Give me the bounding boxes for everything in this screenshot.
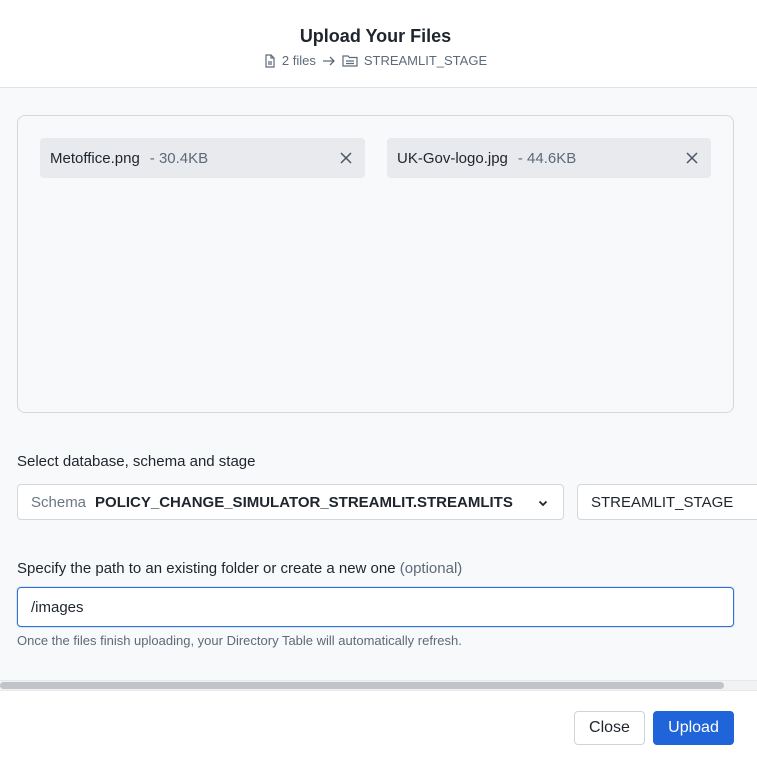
upload-button[interactable]: Upload [653,711,734,745]
stage-value: STREAMLIT_STAGE [591,493,734,511]
scrollbar-thumb[interactable] [0,682,724,689]
file-chip: UK-Gov-logo.jpg - 44.6KB [387,138,711,178]
upload-summary: 2 files STREAMLIT_STAGE [0,53,751,68]
file-count: 2 files [281,53,316,68]
schema-select[interactable]: Schema POLICY_CHANGE_SIMULATOR_STREAMLIT… [17,484,564,520]
file-name: UK-Gov-logo.jpg [397,149,508,167]
location-label: Select database, schema and stage [17,453,256,470]
destination-stage: STREAMLIT_STAGE [363,53,488,68]
path-label: Specify the path to an existing folder o… [17,560,462,577]
file-icon [264,53,276,68]
file-dropzone[interactable]: Metoffice.png - 30.4KB UK-Gov-logo.jpg -… [17,115,734,413]
schema-value: POLICY_CHANGE_SIMULATOR_STREAMLIT.STREAM… [95,493,513,511]
close-icon[interactable] [339,151,353,165]
stage-select[interactable]: STREAMLIT_STAGE [577,484,757,520]
close-button[interactable]: Close [574,711,645,745]
folder-stage-icon [342,54,358,67]
file-size: - 30.4KB [149,149,209,167]
schema-prefix: Schema [31,493,87,511]
helper-text: Once the files finish uploading, your Di… [17,633,462,648]
horizontal-scrollbar[interactable] [0,680,757,690]
chevron-down-icon [537,496,549,513]
file-chip: Metoffice.png - 30.4KB [40,138,365,178]
file-name: Metoffice.png [50,149,140,167]
close-icon[interactable] [685,151,699,165]
arrow-right-icon [322,56,336,66]
upload-files-dialog: Upload Your Files 2 files STREAMLIT_STAG… [0,0,757,760]
optional-tag: (optional) [399,560,463,577]
dialog-title: Upload Your Files [299,26,452,46]
dialog-header: Upload Your Files 2 files STREAMLIT_STAG… [0,0,757,88]
folder-path-input[interactable] [17,587,734,627]
dialog-body: Metoffice.png - 30.4KB UK-Gov-logo.jpg -… [0,88,757,680]
dialog-footer: Close Upload [0,690,757,760]
file-size: - 44.6KB [517,149,577,167]
path-label-text: Specify the path to an existing folder o… [17,560,396,577]
